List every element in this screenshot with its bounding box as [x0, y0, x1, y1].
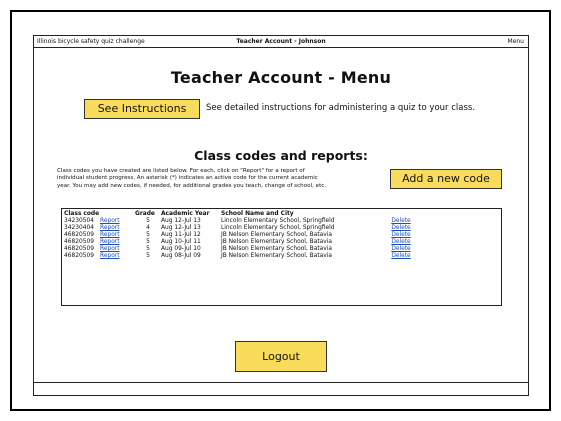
header-class-code: Class code: [64, 211, 100, 217]
school-cell: Lincoln Elementary School, Springfield: [221, 218, 335, 224]
header-delete: [381, 211, 421, 218]
report-link[interactable]: Report: [100, 239, 120, 245]
delete-link[interactable]: Delete: [391, 253, 410, 259]
grade-cell: 5: [146, 239, 150, 245]
school-cell: JB Nelson Elementary School, Batavia: [221, 239, 332, 245]
page-title: Teacher Account - Menu: [170, 68, 392, 87]
logout-button[interactable]: Logout: [235, 341, 327, 372]
header-school: School Name and City: [221, 211, 294, 217]
class-code-cell: 46820509: [64, 232, 94, 238]
report-link[interactable]: Report: [100, 253, 120, 259]
menu-link[interactable]: Menu: [508, 36, 524, 47]
table-row: 46820509 Report 5 Aug 09-Jul 10 JB Nelso…: [64, 246, 421, 253]
description-line: individual student progress. An asterisk…: [57, 175, 318, 182]
class-code-cell: 46820509: [64, 246, 94, 252]
report-link[interactable]: Report: [100, 218, 120, 224]
academic-year-cell: Aug 12-Jul 13: [161, 218, 201, 224]
delete-link[interactable]: Delete: [391, 225, 410, 231]
class-code-cell: 46820509: [64, 239, 94, 245]
account-title: Teacher Account - Johnson: [236, 38, 326, 45]
class-codes-table: Class code Grade Academic Year School Na…: [64, 211, 421, 260]
delete-link[interactable]: Delete: [391, 246, 410, 252]
academic-year-cell: Aug 09-Jul 10: [161, 246, 201, 252]
header-report: [100, 211, 135, 218]
report-link[interactable]: Report: [100, 225, 120, 231]
class-code-cell: 46820509: [64, 253, 94, 259]
header-grade: Grade: [135, 211, 155, 217]
delete-link[interactable]: Delete: [391, 232, 410, 238]
table-row: 34230504 Report 5 Aug 12-Jul 13 Lincoln …: [64, 218, 421, 225]
class-code-cell: 34230504: [64, 218, 94, 224]
instructions-description: See detailed instructions for administer…: [206, 103, 476, 113]
class-code-cell: 34230404: [64, 225, 94, 231]
table-row: 46820509 Report 5 Aug 11-Jul 12 JB Nelso…: [64, 232, 421, 239]
header-academic-year: Academic Year: [161, 211, 210, 217]
table-row: 34230404 Report 4 Aug 12-Jul 13 Lincoln …: [64, 225, 421, 232]
description-line: year. You may add new codes, if needed, …: [57, 182, 327, 189]
app-window: Illinois bicycle safety quiz challenge T…: [33, 35, 529, 396]
school-cell: JB Nelson Elementary School, Batavia: [221, 246, 332, 252]
see-instructions-button[interactable]: See Instructions: [84, 99, 200, 119]
academic-year-cell: Aug 10-Jul 11: [161, 239, 201, 245]
table-row: 46820509 Report 5 Aug 08-Jul 09 JB Nelso…: [64, 253, 421, 260]
report-link[interactable]: Report: [100, 232, 120, 238]
grade-cell: 5: [146, 246, 150, 252]
delete-link[interactable]: Delete: [391, 239, 410, 245]
table-row: 46820509 Report 5 Aug 10-Jul 11 JB Nelso…: [64, 239, 421, 246]
class-codes-table-box: Class code Grade Academic Year School Na…: [61, 208, 502, 306]
top-bar: Illinois bicycle safety quiz challenge T…: [34, 36, 528, 48]
class-codes-description: Class codes you have created are listed …: [57, 168, 413, 190]
school-cell: JB Nelson Elementary School, Batavia: [221, 232, 332, 238]
school-cell: Lincoln Elementary School, Springfield: [221, 225, 335, 231]
academic-year-cell: Aug 12-Jul 13: [161, 225, 201, 231]
class-codes-heading: Class codes and reports:: [194, 148, 368, 163]
grade-cell: 5: [146, 232, 150, 238]
school-cell: JB Nelson Elementary School, Batavia: [221, 253, 332, 259]
grade-cell: 5: [146, 218, 150, 224]
add-new-code-button[interactable]: Add a new code: [390, 169, 502, 189]
bottom-divider: [34, 382, 528, 383]
grade-cell: 4: [146, 225, 150, 231]
academic-year-cell: Aug 08-Jul 09: [161, 253, 201, 259]
report-link[interactable]: Report: [100, 246, 120, 252]
academic-year-cell: Aug 11-Jul 12: [161, 232, 201, 238]
grade-cell: 5: [146, 253, 150, 259]
description-line: Class codes you have created are listed …: [57, 168, 305, 174]
table-header-row: Class code Grade Academic Year School Na…: [64, 211, 421, 218]
delete-link[interactable]: Delete: [391, 218, 410, 224]
